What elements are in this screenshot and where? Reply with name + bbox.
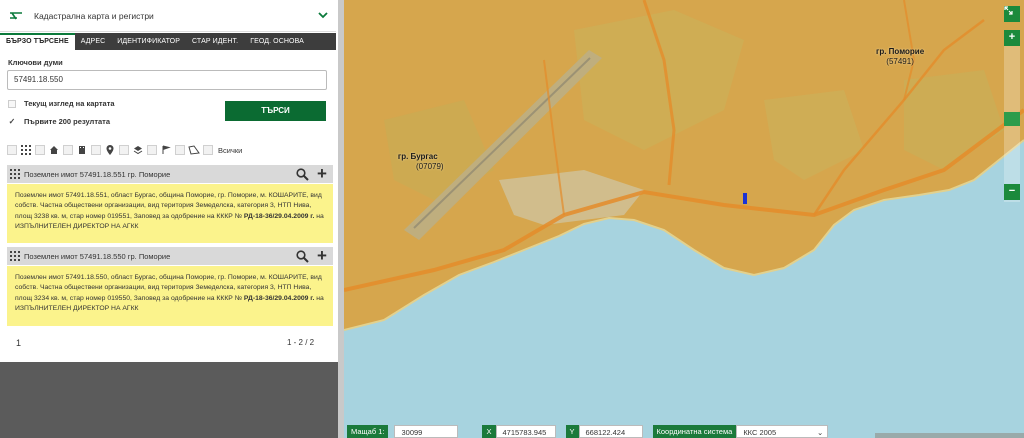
object-type-filters: Всички — [7, 143, 242, 157]
fullscreen-icon[interactable] — [1004, 6, 1020, 22]
filter-checkbox[interactable] — [63, 145, 73, 155]
building-icon — [76, 144, 88, 156]
map-label-burgas: гр. Бургас (07079) — [392, 152, 444, 172]
filter-all-label: Всички — [218, 145, 243, 155]
parcel-grid-icon — [20, 144, 32, 156]
pager-page-link[interactable]: 1 — [16, 338, 21, 348]
filter-checkbox[interactable] — [91, 145, 101, 155]
scale-input[interactable]: 30099 — [394, 425, 459, 438]
zoom-to-result-icon[interactable] — [293, 165, 311, 183]
filter-checkbox[interactable] — [119, 145, 129, 155]
city-name: гр. Поморие — [876, 47, 925, 56]
result-header[interactable]: Поземлен имот 57491.18.551 гр. Поморие + — [7, 164, 333, 183]
zoom-slider-handle[interactable] — [1004, 112, 1020, 126]
map-label-pomorie: гр. Поморие (57491) — [876, 47, 924, 67]
current-view-label: Текущ изглед на картата — [24, 99, 115, 108]
result-details: Поземлен имот 57491.18.550, област Бурга… — [7, 266, 333, 326]
polygon-icon — [188, 144, 200, 156]
result-order-number: РД-18-36/29.04.2009 г. — [243, 294, 315, 302]
add-result-icon[interactable]: + — [313, 164, 331, 183]
scale-label: Мащаб 1: — [347, 425, 389, 438]
first200-label: Първите 200 резултата — [24, 117, 111, 126]
filter-checkbox[interactable] — [175, 145, 185, 155]
result-title: Поземлен имот 57491.18.551 гр. Поморие — [24, 169, 171, 179]
result-details: Поземлен имот 57491.18.551, област Бурга… — [7, 184, 333, 243]
app-header[interactable]: Кадастрална карта и регистри — [0, 0, 336, 32]
chevron-down-icon[interactable]: ⌄ — [817, 426, 823, 438]
zoom-in-button[interactable]: + — [1004, 30, 1020, 46]
map-status-bar: Мащаб 1: 30099 X 4715783.945 Y 668122.42… — [347, 425, 829, 438]
tab-old-identifier[interactable]: СТАР ИДЕНТ. — [186, 33, 244, 50]
keywords-label: Ключови думи — [8, 58, 63, 67]
parcel-grid-icon — [10, 169, 20, 179]
filter-all-checkbox[interactable] — [203, 145, 213, 155]
y-coord-value: 668122.424 — [578, 425, 643, 438]
city-code: (57491) — [886, 57, 914, 66]
zoom-control: + − — [1004, 30, 1020, 202]
home-icon — [48, 144, 60, 156]
result-title: Поземлен имот 57491.18.550 гр. Поморие — [24, 251, 171, 261]
filter-checkbox[interactable] — [7, 145, 17, 155]
side-panel: Кадастрална карта и регистри БЪРЗО ТЪРСЕ… — [0, 0, 338, 438]
x-coord-value: 4715783.945 — [495, 425, 556, 438]
tab-identifier[interactable]: ИДЕНТИФИКАТОР — [111, 33, 186, 50]
app-title: Кадастрална карта и регистри — [34, 10, 154, 21]
parcel-grid-icon — [10, 251, 20, 261]
result-order-number: РД-18-36/29.04.2009 г. — [243, 212, 315, 220]
search-button[interactable]: ТЪРСИ — [225, 101, 326, 121]
cadastral-map[interactable]: гр. Бургас (07079) гр. Поморие (57491) +… — [344, 0, 1024, 438]
zoom-out-button[interactable]: − — [1004, 184, 1020, 200]
app-root: Кадастрална карта и регистри БЪРЗО ТЪРСЕ… — [0, 0, 1024, 438]
app-logo-icon — [8, 10, 26, 22]
selected-parcel-marker[interactable] — [743, 193, 747, 204]
first200-checkbox[interactable]: ✓ — [8, 117, 16, 126]
tab-quick-search[interactable]: БЪРЗО ТЪРСЕНЕ — [0, 33, 75, 50]
map-pin-icon — [104, 144, 116, 156]
flag-icon — [160, 144, 172, 156]
result-header[interactable]: Поземлен имот 57491.18.550 гр. Поморие + — [7, 246, 333, 265]
city-code: (07079) — [416, 162, 444, 171]
filter-checkbox[interactable] — [35, 145, 45, 155]
first200-option[interactable]: ✓ Първите 200 резултата — [8, 117, 110, 126]
city-name: гр. Бургас — [397, 152, 438, 161]
tab-address[interactable]: АДРЕС — [75, 33, 112, 50]
add-result-icon[interactable]: + — [313, 246, 331, 265]
current-view-option[interactable]: Текущ изглед на картата — [8, 99, 115, 108]
search-tabs: БЪРЗО ТЪРСЕНЕ АДРЕС ИДЕНТИФИКАТОР СТАР И… — [0, 33, 336, 50]
pager-count: 1 - 2 / 2 — [287, 338, 315, 347]
panel-empty-area — [0, 362, 338, 438]
map-attribution-bar — [875, 433, 1024, 438]
current-view-checkbox[interactable] — [8, 99, 16, 108]
crs-select[interactable]: ККС 2005 ⌄ — [736, 425, 829, 438]
x-coord-label: X — [482, 425, 496, 438]
zoom-to-result-icon[interactable] — [293, 247, 311, 265]
y-coord-label: Y — [565, 425, 579, 438]
tab-geodetic-base[interactable]: ГЕОД. ОСНОВА — [244, 33, 310, 50]
crs-label: Координатна система — [652, 425, 737, 438]
keywords-input[interactable]: 57491.18.550 — [7, 70, 327, 90]
crs-select-value: ККС 2005 — [743, 428, 777, 437]
chevron-down-icon[interactable] — [316, 8, 330, 22]
layers-icon — [132, 144, 144, 156]
filter-checkbox[interactable] — [147, 145, 157, 155]
